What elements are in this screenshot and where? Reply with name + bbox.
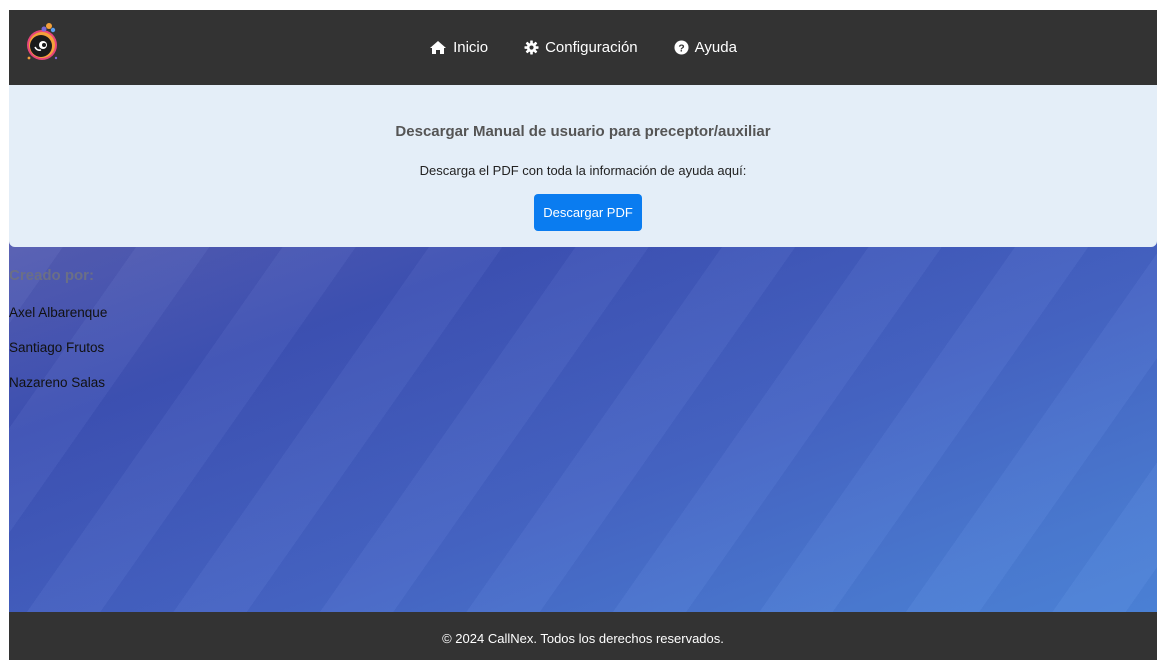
footer: © 2024 CallNex. Todos los derechos reser… xyxy=(9,612,1157,660)
gear-icon xyxy=(524,40,539,55)
credit-name: Nazareno Salas xyxy=(9,375,106,390)
home-icon xyxy=(430,41,447,54)
credits-section: Creado por: Axel Albarenque Santiago Fru… xyxy=(9,267,107,410)
download-pdf-button[interactable]: Descargar PDF xyxy=(534,194,642,231)
page: Inicio Configuración ? Ayuda Descargar M… xyxy=(9,10,1157,660)
nav-link-ayuda[interactable]: ? Ayuda xyxy=(656,33,755,62)
main-nav: Inicio Configuración ? Ayuda xyxy=(9,10,1157,85)
footer-copyright: © 2024 CallNex. Todos los derechos reser… xyxy=(442,630,724,646)
help-title: Descargar Manual de usuario para precept… xyxy=(395,123,771,140)
nav-link-label: Ayuda xyxy=(694,39,737,56)
nav-link-label: Inicio xyxy=(453,39,489,56)
credit-name: Axel Albarenque xyxy=(9,305,108,320)
nav-link-inicio[interactable]: Inicio xyxy=(411,33,506,62)
help-section: Descargar Manual de usuario para precept… xyxy=(9,85,1157,247)
svg-text:?: ? xyxy=(678,43,684,54)
nav-link-label: Configuración xyxy=(545,39,638,56)
help-description: Descarga el PDF con toda la información … xyxy=(419,163,747,178)
credit-name: Santiago Frutos xyxy=(9,340,105,355)
credits-title: Creado por: xyxy=(9,267,95,284)
navbar: Inicio Configuración ? Ayuda xyxy=(9,10,1157,85)
nav-link-configuracion[interactable]: Configuración xyxy=(506,33,656,62)
question-circle-icon: ? xyxy=(674,40,689,55)
